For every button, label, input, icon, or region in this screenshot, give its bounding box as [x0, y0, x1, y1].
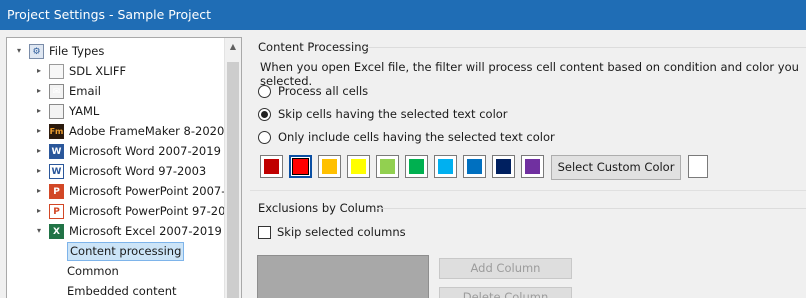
tree-item-embedded-content[interactable]: Embedded content: [63, 281, 227, 298]
skip-selected-columns-label: Skip selected columns: [277, 225, 406, 239]
tree-item-file-types[interactable]: ▾ ⚙ File Types: [13, 41, 227, 61]
tree-item-label: Microsoft Excel 2007-2019: [69, 224, 222, 238]
color-swatch-fill: [380, 159, 395, 174]
tree-item-label: Microsoft PowerPoint 2007-20: [69, 184, 241, 198]
radio-button[interactable]: [258, 84, 271, 98]
tree-item-label: Microsoft Word 97-2003: [69, 164, 207, 178]
tree-item-label: File Types: [49, 44, 105, 58]
framemaker-icon: Fm: [49, 124, 64, 139]
file-types-tree[interactable]: ▾ ⚙ File Types ▸ SDL XLIFF ▸ ✉ Email ▸ YAML ▸ Fm Ado…: [6, 37, 242, 298]
email-icon: ✉: [49, 84, 64, 99]
tree-scrollbar[interactable]: ▲: [224, 38, 241, 298]
tree-item-label: Email: [69, 84, 101, 98]
powerpoint-icon: P: [49, 184, 64, 199]
word-old-icon: W: [49, 164, 64, 179]
gear-file-icon: ⚙: [29, 44, 44, 59]
color-swatch-fill: [525, 159, 540, 174]
radio-only-include-selected-color[interactable]: Only include cells having the selected t…: [258, 128, 555, 146]
excel-icon: X: [49, 224, 64, 239]
group-divider: [377, 208, 806, 209]
custom-color-preview[interactable]: [688, 155, 708, 178]
radio-label: Only include cells having the selected t…: [278, 130, 555, 144]
collapse-arrow-icon[interactable]: ▾: [13, 41, 25, 61]
tree-item-common[interactable]: Common: [63, 261, 227, 281]
color-swatch[interactable]: [434, 155, 457, 178]
tree-item-label: Microsoft Word 2007-2019: [69, 144, 221, 158]
sdl-xliff-icon: [49, 64, 64, 79]
expand-arrow-icon[interactable]: ▸: [33, 61, 45, 81]
window-title: Project Settings - Sample Project: [7, 7, 212, 22]
radio-button[interactable]: [258, 130, 271, 144]
tree-item-sdl-xliff[interactable]: ▸ SDL XLIFF: [33, 61, 227, 81]
tree-item-label: YAML: [69, 104, 100, 118]
expand-arrow-icon[interactable]: ▸: [33, 201, 45, 221]
exclusions-heading: Exclusions by Column: [258, 201, 384, 215]
tree-item-microsoft-excel-2007-2019[interactable]: ▾ X Microsoft Excel 2007-2019: [33, 221, 227, 241]
radio-process-all-cells[interactable]: Process all cells: [258, 82, 368, 100]
delete-column-button[interactable]: Delete Column: [439, 287, 572, 298]
color-swatch-fill: [322, 159, 337, 174]
powerpoint-old-icon: P: [49, 204, 64, 219]
radio-label: Process all cells: [278, 84, 369, 98]
tree-item-microsoft-word-2007-2019[interactable]: ▸ W Microsoft Word 2007-2019: [33, 141, 227, 161]
color-swatch-fill: [351, 159, 366, 174]
tree-item-microsoft-powerpoint-2007-20[interactable]: ▸ P Microsoft PowerPoint 2007-20: [33, 181, 240, 201]
tree-item-microsoft-powerpoint-97-2003[interactable]: ▸ P Microsoft PowerPoint 97-2003: [33, 201, 240, 221]
color-swatch[interactable]: [463, 155, 486, 178]
color-swatch-fill: [496, 159, 511, 174]
tree-item-label: Microsoft PowerPoint 97-2003: [69, 204, 241, 218]
word-icon: W: [49, 144, 64, 159]
tree-item-label: Embedded content: [67, 284, 177, 298]
color-swatch[interactable]: [347, 155, 370, 178]
tree-item-label: SDL XLIFF: [69, 64, 127, 78]
content-processing-heading: Content Processing: [258, 40, 369, 54]
expand-arrow-icon[interactable]: ▸: [33, 161, 45, 181]
group-divider: [366, 47, 806, 48]
expand-arrow-icon[interactable]: ▸: [33, 181, 45, 201]
color-swatch-fill: [264, 159, 279, 174]
expand-arrow-icon[interactable]: ▸: [33, 141, 45, 161]
collapse-arrow-icon[interactable]: ▾: [33, 221, 45, 241]
scrollbar-thumb[interactable]: [227, 62, 239, 298]
color-swatch-fill: [438, 159, 453, 174]
radio-skip-selected-color[interactable]: Skip cells having the selected text colo…: [258, 105, 508, 123]
window-title-bar: Project Settings - Sample Project: [0, 0, 806, 30]
color-swatch[interactable]: [492, 155, 515, 178]
radio-label: Skip cells having the selected text colo…: [278, 107, 508, 121]
color-swatch[interactable]: [289, 155, 312, 178]
color-swatch[interactable]: [521, 155, 544, 178]
color-swatch-fill: [292, 158, 309, 175]
color-swatch-fill: [467, 159, 482, 174]
expand-arrow-icon[interactable]: ▸: [33, 121, 45, 141]
radio-button[interactable]: [258, 107, 271, 121]
yaml-icon: [49, 104, 64, 119]
skip-selected-columns-checkbox[interactable]: [258, 226, 271, 239]
tree-item-label: Adobe FrameMaker 8-2020 MI: [69, 124, 242, 138]
color-swatch[interactable]: [260, 155, 283, 178]
tree-item-email[interactable]: ▸ ✉ Email: [33, 81, 227, 101]
expand-arrow-icon[interactable]: ▸: [33, 101, 45, 121]
expand-arrow-icon[interactable]: ▸: [33, 81, 45, 101]
tree-item-microsoft-word-97-2003[interactable]: ▸ W Microsoft Word 97-2003: [33, 161, 227, 181]
select-custom-color-button[interactable]: Select Custom Color: [551, 155, 681, 180]
color-swatch[interactable]: [318, 155, 341, 178]
tree-item-label: Content processing: [67, 242, 185, 261]
scroll-up-arrow-icon[interactable]: ▲: [225, 38, 241, 55]
columns-list[interactable]: [257, 255, 429, 298]
color-swatch-fill: [409, 159, 424, 174]
tree-item-label: Common: [67, 264, 119, 278]
add-column-button[interactable]: Add Column: [439, 258, 572, 279]
color-swatch[interactable]: [376, 155, 399, 178]
color-swatch[interactable]: [405, 155, 428, 178]
tree-item-yaml[interactable]: ▸ YAML: [33, 101, 227, 121]
section-separator: [250, 190, 806, 191]
tree-item-adobe-framemaker-8-2020-mi[interactable]: ▸ Fm Adobe FrameMaker 8-2020 MI: [33, 121, 241, 141]
tree-item-content-processing[interactable]: Content processing: [63, 241, 227, 261]
